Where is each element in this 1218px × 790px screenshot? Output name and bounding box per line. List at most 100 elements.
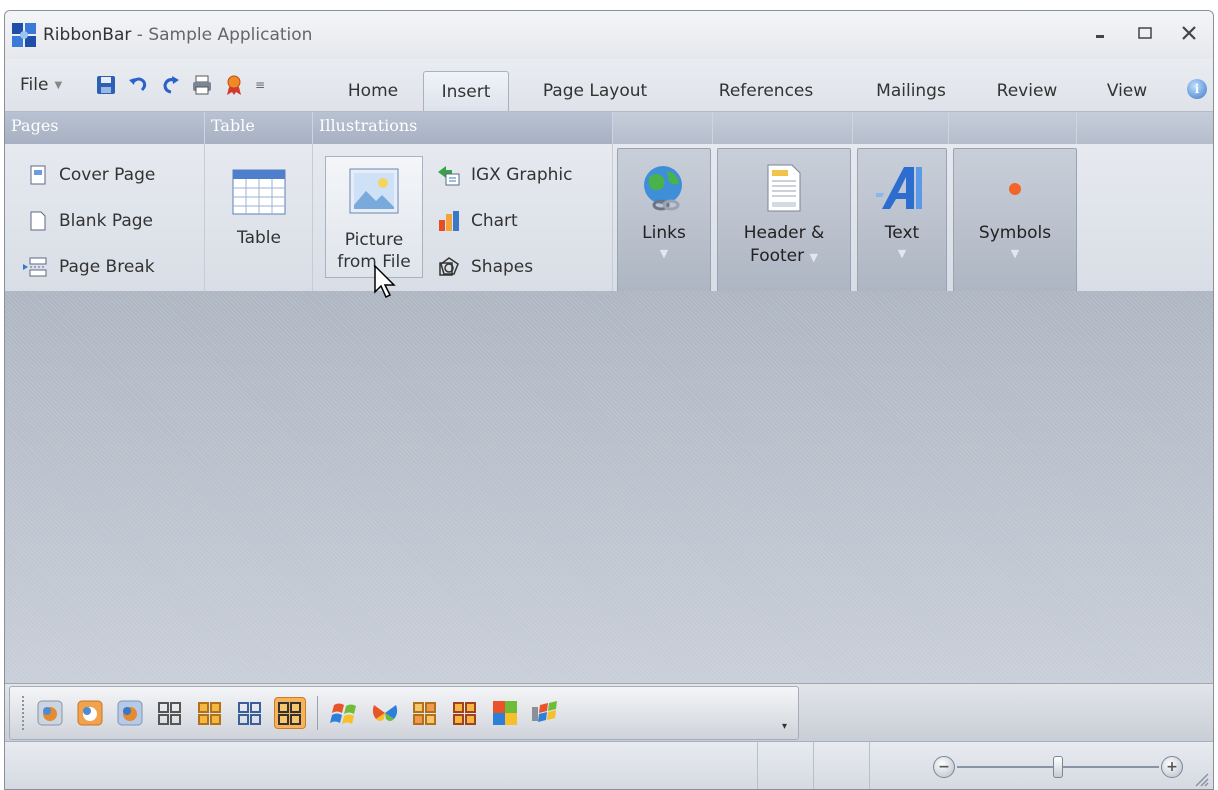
mouse-cursor-icon (374, 264, 396, 299)
windows-xp-flag-icon (532, 701, 557, 722)
status-panel (869, 742, 925, 789)
close-button[interactable] (1179, 23, 1199, 43)
office-silver-icon (117, 700, 143, 726)
tab-home[interactable]: Home (335, 71, 411, 111)
zoom-out-icon[interactable]: − (933, 756, 955, 778)
window-subtitle: - Sample Application (136, 25, 313, 45)
minimize-button[interactable] (1091, 23, 1111, 43)
header-footer-label-line2-text: Footer (750, 246, 805, 266)
chart-button[interactable]: Chart (437, 210, 518, 232)
page-break-label: Page Break (59, 257, 155, 277)
cover-page-icon (30, 165, 46, 185)
resize-grip-icon[interactable] (1193, 771, 1209, 787)
style-theme-button[interactable] (194, 697, 226, 729)
shapes-button[interactable]: Shapes (437, 256, 533, 278)
header-footer-button[interactable]: Header & Footer ▼ (717, 148, 851, 292)
office-theme-button[interactable] (34, 697, 66, 729)
header-footer-icon (767, 164, 801, 212)
links-button[interactable]: Links ▼ (617, 148, 711, 292)
status-bar: − + (5, 741, 1213, 789)
tab-label: Home (347, 81, 399, 101)
zoom-thumb[interactable] (1053, 756, 1063, 778)
blank-page-button[interactable]: Blank Page (27, 210, 153, 232)
ribbon-tab-row: File ▼ ≡ Home Insert Page Layout Referen… (5, 59, 1213, 111)
save-icon[interactable] (95, 74, 117, 96)
toolbar-separator (317, 696, 318, 730)
chevron-down-icon: ▼ (897, 247, 907, 260)
igx-graphic-icon (438, 166, 460, 186)
tab-insert[interactable]: Insert (423, 71, 509, 111)
shapes-label: Shapes (471, 257, 534, 277)
maximize-button[interactable] (1135, 23, 1155, 43)
vista-theme-button[interactable] (369, 697, 401, 729)
group-header-blank (713, 112, 853, 144)
tab-review[interactable]: Review (985, 71, 1069, 111)
file-menu-label: File (20, 75, 49, 95)
application-window: RibbonBar - Sample Application File ▼ ≡ … (4, 10, 1214, 790)
header-footer-label-line2: Footer ▼ (750, 245, 818, 269)
group-header-blank (613, 112, 713, 144)
group-header-blank (1077, 112, 1213, 144)
document-workspace[interactable] (5, 291, 1213, 683)
picture-label-line1: Picture (344, 230, 404, 250)
group-title: Table (211, 116, 255, 135)
title-bar[interactable]: RibbonBar - Sample Application (5, 11, 1213, 59)
award-icon[interactable] (223, 74, 245, 96)
text-art-icon (876, 167, 922, 209)
symbols-button[interactable]: Symbols ▼ (953, 148, 1077, 292)
puzzle-icon (493, 701, 517, 725)
toolbar-overflow-icon[interactable]: ▾ (782, 721, 796, 735)
tab-label: Insert (441, 81, 491, 102)
tab-page-layout[interactable]: Page Layout (527, 71, 663, 111)
blank-page-label: Blank Page (59, 211, 153, 231)
style-theme-button-selected[interactable] (274, 697, 306, 729)
grid-blue-icon (238, 702, 261, 725)
info-icon[interactable]: i (1187, 79, 1207, 99)
tab-references[interactable]: References (701, 71, 831, 111)
header-footer-label-line1: Header & (743, 223, 825, 243)
zoom-slider[interactable]: − + (933, 756, 1183, 778)
office-orange-icon (77, 700, 103, 726)
igx-graphic-button[interactable]: IGX Graphic (435, 164, 572, 186)
style-theme-button[interactable] (234, 697, 266, 729)
table-label: Table (237, 228, 281, 248)
tab-mailings[interactable]: Mailings (865, 71, 957, 111)
windows-theme-button[interactable] (329, 697, 361, 729)
ribbon-panel: Pages Table Illustrations Cover Page Bla… (5, 111, 1213, 292)
tab-view[interactable]: View (1099, 71, 1155, 111)
undo-icon[interactable] (127, 74, 149, 96)
group-illustrations: Picture from File IGX Graphic Chart Shap… (313, 144, 613, 292)
page-break-icon (23, 257, 47, 277)
symbols-label: Symbols (978, 223, 1052, 243)
chevron-down-icon: ▼ (1010, 247, 1020, 260)
tab-label: References (718, 81, 814, 101)
file-menu-button[interactable]: File ▼ (9, 69, 73, 101)
toolbar-grip-icon[interactable] (22, 696, 26, 730)
globe-link-icon (644, 166, 682, 211)
cover-page-button[interactable]: Cover Page (27, 164, 155, 186)
minimize-icon (1096, 35, 1104, 38)
office-theme-button[interactable] (74, 697, 106, 729)
office-theme-button[interactable] (114, 697, 146, 729)
chevron-down-icon: ▼ (54, 79, 63, 91)
redo-icon[interactable] (159, 74, 181, 96)
puzzle-theme-button[interactable] (489, 697, 521, 729)
print-icon[interactable] (191, 74, 213, 96)
office-blue-icon (37, 700, 63, 726)
app-icon (12, 23, 36, 47)
style-theme-button[interactable] (154, 697, 186, 729)
zoom-in-icon[interactable]: + (1161, 756, 1183, 778)
xp-theme-button[interactable] (529, 697, 561, 729)
text-label: Text (884, 223, 920, 243)
style-theme-button[interactable] (449, 697, 481, 729)
page-break-button[interactable]: Page Break (21, 256, 155, 278)
picture-from-file-button[interactable]: Picture from File (325, 156, 423, 278)
customize-qat-icon[interactable]: ≡ (255, 78, 265, 92)
table-button[interactable]: Table (219, 168, 299, 248)
symbol-icon (1009, 183, 1021, 195)
text-button[interactable]: Text ▼ (857, 148, 947, 292)
chevron-down-icon: ▼ (809, 251, 818, 264)
style-theme-button[interactable] (409, 697, 441, 729)
group-header-table: Table (205, 112, 313, 144)
chevron-down-icon: ▼ (659, 247, 669, 260)
